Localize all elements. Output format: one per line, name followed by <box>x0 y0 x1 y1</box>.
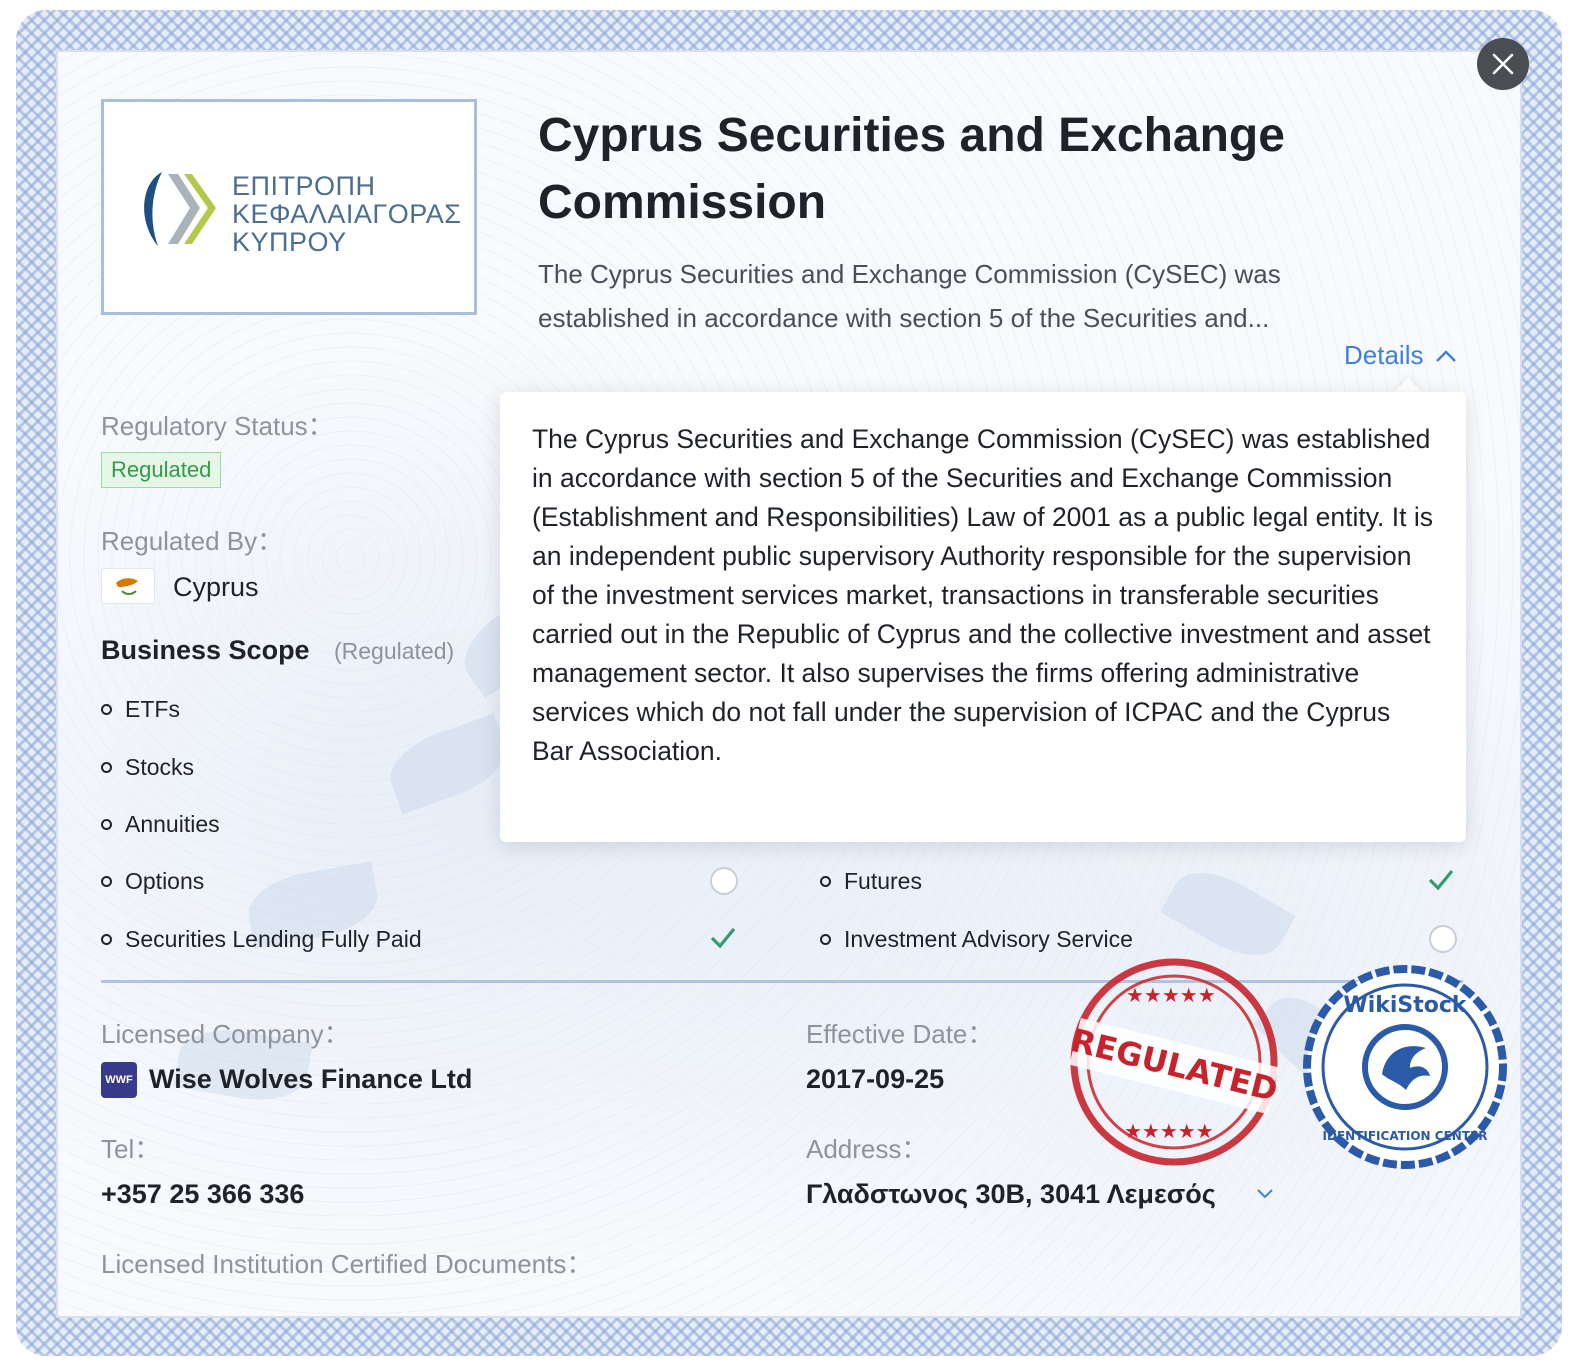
details-popover: The Cyprus Securities and Exchange Commi… <box>500 392 1466 842</box>
scope-item-label: Annuities <box>125 811 220 837</box>
logo-line: ΕΠΙΤΡΟΠΗ <box>232 171 376 201</box>
address-label: Address： <box>806 1134 928 1164</box>
logo-line: ΚΥΠΡΟΥ <box>232 227 347 257</box>
bullet-icon <box>101 819 112 830</box>
bullet-icon <box>101 934 112 945</box>
wikistock-seal-bottom: IDENTIFICATION CENTER <box>1323 1129 1488 1143</box>
scope-item: Securities Lending Fully Paid <box>101 926 422 953</box>
popover-description: The Cyprus Securities and Exchange Commi… <box>532 424 1433 766</box>
regulatory-status-label: Regulatory Status： <box>101 411 334 441</box>
scope-item: Annuities <box>101 811 220 838</box>
summary-text: The Cyprus Securities and Exchange Commi… <box>538 259 1281 333</box>
effective-date-value: 2017-09-25 <box>806 1064 945 1094</box>
close-icon <box>1492 53 1514 75</box>
cysec-emblem-icon <box>144 172 216 246</box>
business-scope-subtitle: (Regulated) <box>334 638 455 664</box>
scope-item-label: Investment Advisory Service <box>844 926 1133 952</box>
details-label: Details <box>1344 340 1424 370</box>
scope-item: Options <box>101 868 204 895</box>
scope-item-label: Stocks <box>125 754 195 780</box>
bullet-icon <box>101 762 112 773</box>
regulated-by-label: Regulated By： <box>101 526 284 556</box>
certified-documents-label: Licensed Institution Certified Documents… <box>101 1249 593 1279</box>
business-scope-title: Business Scope <box>101 635 310 665</box>
address-value: Γλαδστωνος 30Β, 3041 Λεμεσός <box>806 1179 1216 1209</box>
company-logo-icon: WWF <box>101 1062 137 1098</box>
scope-item: Futures <box>820 868 922 895</box>
tel-value: +357 25 366 336 <box>101 1179 305 1209</box>
bullet-icon <box>101 876 112 887</box>
scope-item-label: Securities Lending Fully Paid <box>125 926 422 952</box>
wikistock-seal-top: WikiStock <box>1343 993 1467 1018</box>
svg-text:★★★★★: ★★★★★ <box>1124 1119 1214 1143</box>
wikistock-seal-icon: WikiStock IDENTIFICATION CENTER <box>1303 965 1507 1169</box>
details-toggle[interactable]: Details <box>1344 340 1457 371</box>
logo-line: ΚΕΦΑΛΑΙΑΓΟΡΑΣ <box>232 199 462 229</box>
chevron-up-icon <box>1436 349 1457 362</box>
check-icon <box>1428 869 1454 891</box>
bullet-icon <box>820 934 831 945</box>
logo-wordmark: ΕΠΙΤΡΟΠΗ ΚΕΦΑΛΑΙΑΓΟΡΑΣ ΚΥΠΡΟΥ <box>232 172 461 256</box>
effective-date-label: Effective Date： <box>806 1019 994 1049</box>
scope-item-label: ETFs <box>125 696 180 722</box>
cyprus-flag-icon <box>101 568 155 604</box>
not-included-radio-icon <box>1429 925 1457 953</box>
regulated-stamp-icon: ★★★★★ ★★★★★ REGULATED <box>1067 958 1282 1166</box>
check-icon <box>710 927 736 949</box>
scope-item: ETFs <box>101 696 180 723</box>
tel-label: Tel： <box>101 1134 161 1164</box>
scope-item: Stocks <box>101 754 194 781</box>
chevron-down-icon[interactable] <box>1256 1188 1274 1200</box>
regulator-country: Cyprus <box>173 572 259 602</box>
regulator-logo: ΕΠΙΤΡΟΠΗ ΚΕΦΑΛΑΙΑΓΟΡΑΣ ΚΥΠΡΟΥ <box>101 99 477 315</box>
scope-item-label: Options <box>125 868 205 894</box>
status-badge: Regulated <box>101 452 222 488</box>
licensed-company-name[interactable]: Wise Wolves Finance Ltd <box>149 1064 472 1095</box>
svg-text:★★★★★: ★★★★★ <box>1126 983 1216 1007</box>
close-button[interactable] <box>1477 38 1529 90</box>
regulated-stamp-text: REGULATED <box>1067 1021 1282 1109</box>
scope-item: Investment Advisory Service <box>820 926 1133 953</box>
licensed-company-label: Licensed Company： <box>101 1019 350 1049</box>
bullet-icon <box>820 876 831 887</box>
bullet-icon <box>101 704 112 715</box>
page-title: Cyprus Securities and Exchange Commissio… <box>538 109 1285 229</box>
scope-item-label: Futures <box>844 868 922 894</box>
not-included-radio-icon <box>710 867 738 895</box>
